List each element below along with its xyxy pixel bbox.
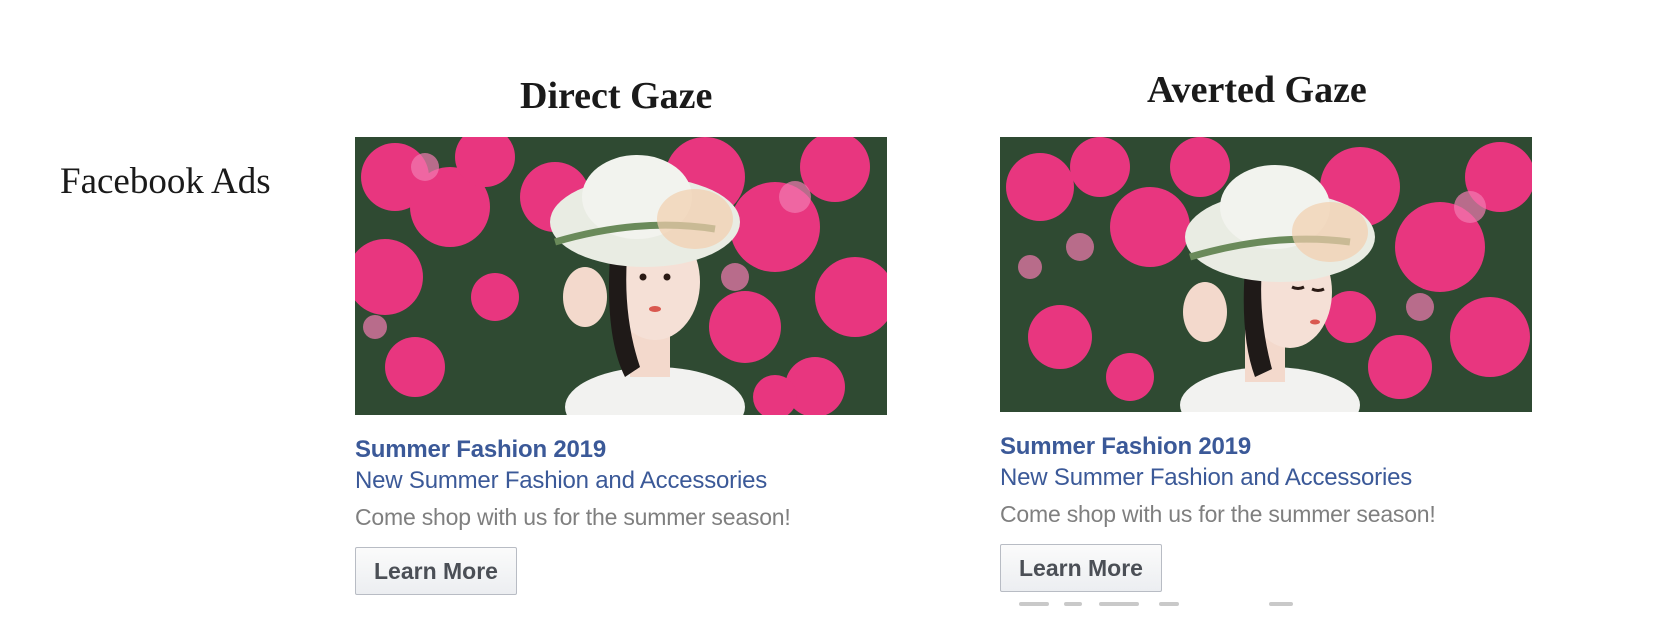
ad-photo-woman-averted-gaze[interactable] [1000,137,1532,412]
ad-photo-woman-direct-gaze[interactable] [355,137,887,415]
column-header-direct-gaze: Direct Gaze [520,75,713,117]
cropped-text-fragment [1019,602,1293,606]
facebook-ad-direct-gaze: Summer Fashion 2019 New Summer Fashion a… [355,137,895,595]
ad-description: Come shop with us for the summer season! [355,504,791,530]
ad-title[interactable]: Summer Fashion 2019 [1000,432,1540,462]
ad-description: Come shop with us for the summer season! [1000,501,1436,527]
column-header-averted-gaze: Averted Gaze [1147,69,1367,111]
learn-more-button[interactable]: Learn More [355,547,517,595]
facebook-ad-averted-gaze: Summer Fashion 2019 New Summer Fashion a… [1000,137,1540,592]
ad-title[interactable]: Summer Fashion 2019 [355,435,895,465]
ad-subtitle[interactable]: New Summer Fashion and Accessories [1000,462,1540,494]
learn-more-button[interactable]: Learn More [1000,544,1162,592]
row-label-facebook-ads: Facebook Ads [60,161,271,202]
ad-subtitle[interactable]: New Summer Fashion and Accessories [355,465,895,497]
